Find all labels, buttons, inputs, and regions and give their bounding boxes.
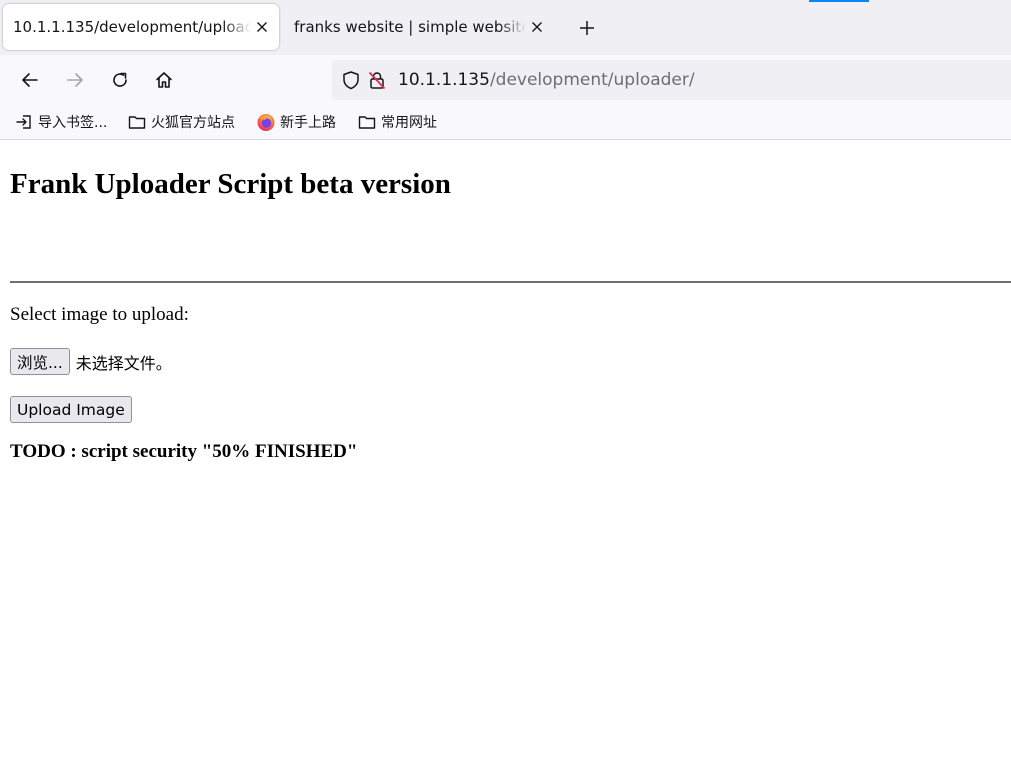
- shield-icon[interactable]: [340, 69, 362, 91]
- page-title: Frank Uploader Script beta version: [10, 168, 451, 200]
- tabstrip-accent: [809, 0, 869, 2]
- tab-uploader[interactable]: 10.1.1.135/development/uploader/: [3, 4, 279, 50]
- import-icon: [14, 112, 34, 132]
- navigation-toolbar: 10.1.1.135/development/uploader/: [0, 55, 1011, 105]
- new-tab-button[interactable]: [572, 13, 602, 43]
- file-status-text: 未选择文件。: [75, 353, 172, 373]
- url-path: /development/uploader/: [489, 70, 695, 90]
- select-image-label: Select image to upload:: [10, 304, 189, 325]
- page-content: Frank Uploader Script beta version Selec…: [0, 141, 1011, 767]
- divider: [10, 281, 1011, 283]
- insecure-lock-icon[interactable]: [366, 69, 388, 91]
- bookmark-getting-started[interactable]: 新手上路: [256, 111, 336, 133]
- back-button[interactable]: [14, 64, 46, 96]
- back-arrow-icon: [22, 73, 38, 87]
- folder-icon: [127, 112, 147, 132]
- upload-row: Upload Image: [10, 396, 132, 423]
- url-host: 10.1.1.135: [398, 70, 490, 90]
- browse-button[interactable]: 浏览...: [10, 348, 70, 375]
- tab-strip: 10.1.1.135/development/uploader/ franks …: [0, 0, 1011, 55]
- upload-image-button[interactable]: Upload Image: [10, 396, 132, 423]
- firefox-icon: [256, 112, 276, 132]
- todo-note: TODO : script security "50% FINISHED": [10, 441, 358, 462]
- home-button[interactable]: [148, 64, 180, 96]
- bookmarks-toolbar: 导入书签... 火狐官方站点 新手上路 常用网址: [0, 105, 1011, 140]
- close-icon[interactable]: [528, 18, 546, 36]
- tab-franks-website[interactable]: franks website | simple website browser: [284, 4, 554, 50]
- forward-button[interactable]: [59, 64, 91, 96]
- close-icon[interactable]: [253, 18, 271, 36]
- tab-label: franks website | simple website browser: [294, 18, 526, 36]
- bookmark-firefox-official[interactable]: 火狐官方站点: [127, 111, 235, 133]
- reload-icon: [113, 72, 127, 87]
- bookmark-label: 火狐官方站点: [151, 115, 235, 131]
- tab-label: 10.1.1.135/development/uploader/: [13, 18, 251, 36]
- file-input[interactable]: 浏览... 未选择文件。: [10, 348, 172, 375]
- url-text[interactable]: 10.1.1.135/development/uploader/: [398, 70, 695, 90]
- bookmark-common-sites[interactable]: 常用网址: [357, 111, 437, 133]
- forward-arrow-icon: [67, 73, 83, 87]
- plus-icon: [580, 21, 594, 35]
- bookmark-label: 常用网址: [381, 115, 437, 131]
- home-icon: [156, 72, 172, 88]
- bookmark-label: 导入书签...: [38, 115, 108, 131]
- folder-icon: [357, 112, 377, 132]
- bookmark-label: 新手上路: [280, 115, 336, 131]
- reload-button[interactable]: [104, 64, 136, 96]
- bookmark-import[interactable]: 导入书签...: [14, 111, 107, 133]
- address-bar[interactable]: 10.1.1.135/development/uploader/: [332, 60, 1011, 100]
